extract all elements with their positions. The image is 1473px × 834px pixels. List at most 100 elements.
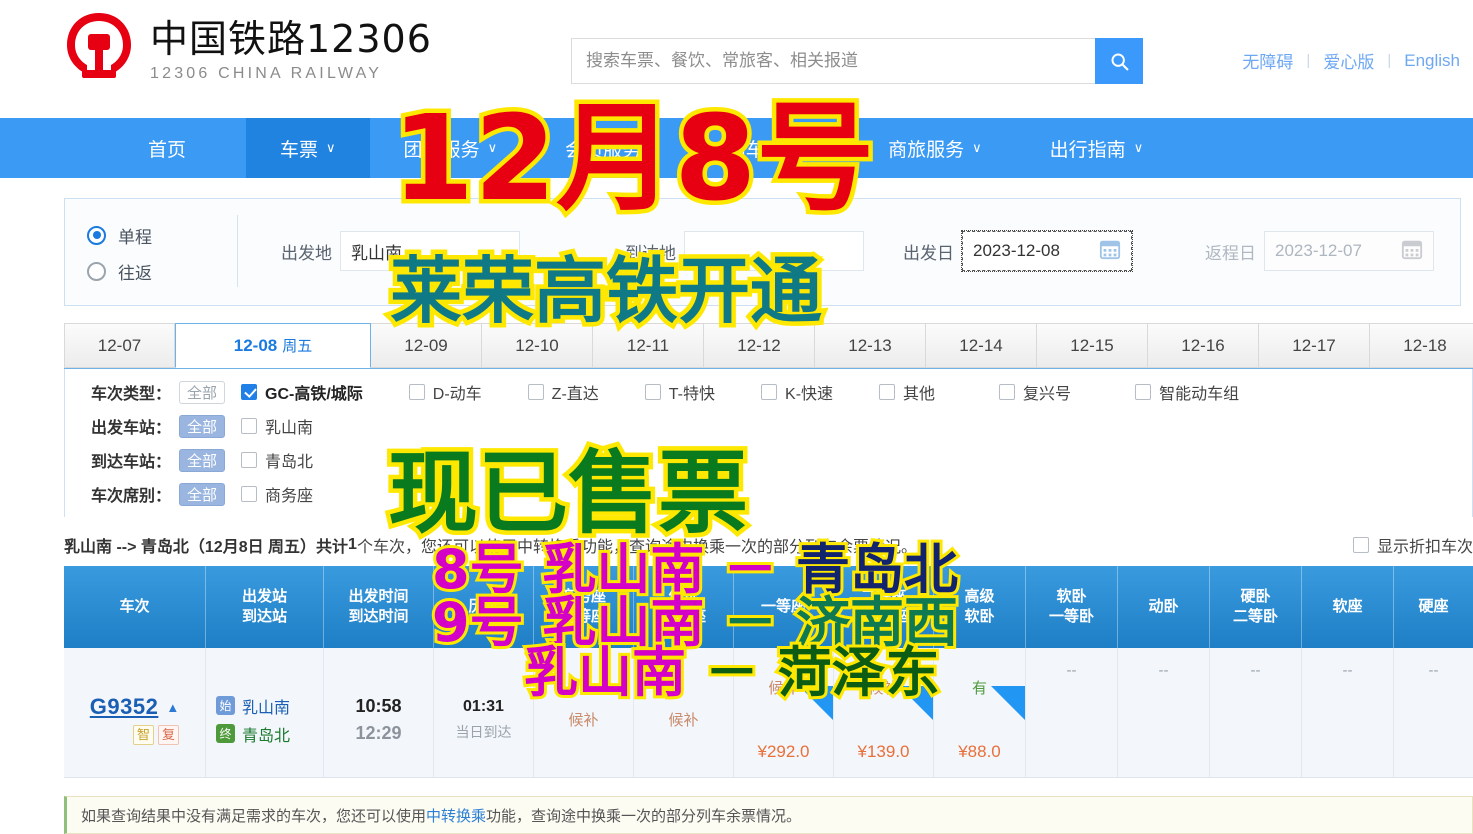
filter-all-train-type[interactable]: 全部 (179, 380, 225, 404)
nav-item-travel-guide[interactable]: 出行指南 ∨ (1016, 118, 1178, 178)
link-english[interactable]: English (1391, 51, 1473, 71)
checkbox-smart-emu-icon[interactable] (1135, 384, 1152, 400)
checkbox-depart-rushannan-label: 乳山南 (265, 420, 314, 437)
th-business-seat: 商务座 特等座 (534, 566, 634, 648)
checkbox-depart-rushannan-icon[interactable] (241, 418, 257, 434)
checkbox-k[interactable]: K-快速 (761, 380, 833, 404)
date-tab-7[interactable]: 12-14 (926, 323, 1037, 368)
th-label: 出发时间 (348, 588, 409, 605)
th-label: 商务座 (560, 588, 606, 605)
nav-item-business-travel[interactable]: 商旅服务 ∨ (854, 118, 1016, 178)
date-tabs: 12-07 12-08 周五 12-09 12-10 12-11 12-12 1… (64, 323, 1473, 369)
nav-item-tickets[interactable]: 车票 ∨ (246, 118, 370, 178)
date-tab-0[interactable]: 12-07 (64, 323, 175, 368)
cell-seat-4[interactable]: 有 ¥88.0 (934, 648, 1026, 777)
search-input[interactable] (571, 38, 1095, 84)
end-station-icon: 终 (216, 724, 235, 743)
search-button[interactable] (1095, 38, 1143, 84)
calendar-icon[interactable] (1391, 238, 1423, 265)
th-times[interactable]: 出发时间 到达时间 (324, 566, 434, 648)
checkbox-depart-rushannan[interactable]: 乳山南 (241, 414, 313, 438)
seat-price: ¥139.0 (857, 742, 910, 761)
depart-date-input[interactable]: 2023-12-08 (961, 230, 1133, 272)
checkbox-gc-icon[interactable] (241, 384, 257, 400)
nav-item-station-service[interactable]: 站车服务 ∨ (693, 118, 855, 178)
date-tab-11[interactable]: 12-18 (1370, 323, 1473, 368)
nav-item-home[interactable]: 首页 (0, 118, 246, 178)
cell-seat-0[interactable]: 候补 (534, 648, 634, 777)
filter-all-depart-station[interactable]: 全部 (179, 414, 225, 438)
radio-round-trip-icon[interactable] (87, 261, 106, 281)
date-tab-label: 12-08 (233, 335, 278, 355)
date-tab-3[interactable]: 12-10 (482, 323, 593, 368)
site-logo[interactable]: 中国铁路12306 12306 CHINA RAILWAY (62, 10, 432, 92)
checkbox-t-icon[interactable] (644, 384, 661, 400)
nav-item-group[interactable]: 团购服务 ∨ (370, 118, 532, 178)
search-icon (1111, 53, 1128, 70)
th-preferred-first: 优选 一等座 (634, 566, 734, 648)
radio-one-way[interactable]: 单程 (87, 217, 217, 253)
checkbox-arrive-qingdaobei-icon[interactable] (241, 452, 257, 468)
link-love-edition[interactable]: 爱心版 (1310, 48, 1387, 73)
return-date-input[interactable]: 2023-12-07 (1264, 231, 1434, 271)
date-tab-4[interactable]: 12-11 (593, 323, 704, 368)
cell-seat-2[interactable]: 候补 ¥292.0 (734, 648, 834, 777)
filter-all-seat-class[interactable]: 全部 (179, 482, 225, 506)
transfer-link[interactable]: 中转换乘 (426, 805, 486, 826)
date-tab-9[interactable]: 12-16 (1148, 323, 1259, 368)
from-field[interactable]: 出发地 乳山南 (281, 231, 520, 271)
from-input[interactable]: 乳山南 (340, 231, 520, 271)
cell-train-no[interactable]: G9352 ▲ 智 复 (64, 648, 206, 777)
railway-logo-icon (62, 10, 136, 92)
date-tab-6[interactable]: 12-13 (815, 323, 926, 368)
checkbox-smart-emu[interactable]: 智能动车组 (1135, 380, 1239, 404)
panel-divider (237, 215, 238, 287)
global-search[interactable] (571, 38, 1143, 84)
calendar-icon[interactable] (1089, 238, 1121, 265)
date-tab-5[interactable]: 12-12 (704, 323, 815, 368)
checkbox-k-icon[interactable] (761, 384, 778, 400)
checkbox-arrive-qingdaobei[interactable]: 青岛北 (241, 448, 313, 472)
th-train-no[interactable]: 车次 (64, 566, 206, 648)
checkbox-d-icon[interactable] (408, 384, 425, 400)
return-date-field[interactable]: 返程日 2023-12-07 (1205, 231, 1434, 271)
checkbox-z-icon[interactable] (527, 384, 544, 400)
radio-one-way-icon[interactable] (87, 225, 106, 245)
checkbox-gc[interactable]: GC-高铁/城际 (241, 380, 363, 404)
checkbox-business-seat[interactable]: 商务座 (241, 482, 313, 506)
checkbox-other[interactable]: 其他 (879, 380, 935, 404)
date-tab-8[interactable]: 12-15 (1037, 323, 1148, 368)
checkbox-fuxing[interactable]: 复兴号 (999, 380, 1071, 404)
th-stations[interactable]: 出发站 到达站 (206, 566, 324, 648)
checkbox-d[interactable]: D-动车 (408, 380, 482, 404)
duration-value: 01:31 (463, 697, 504, 715)
checkbox-t[interactable]: T-特快 (644, 380, 715, 404)
checkbox-fuxing-icon[interactable] (999, 384, 1016, 400)
checkbox-other-icon[interactable] (879, 384, 896, 400)
chevron-down-icon: ∨ (972, 140, 982, 155)
expand-triangle-icon[interactable]: ▲ (166, 700, 179, 715)
page-root: 中国铁路12306 12306 CHINA RAILWAY 无障碍 | 爱心版 … (0, 0, 1473, 834)
date-tab-10[interactable]: 12-17 (1259, 323, 1370, 368)
discount-filter[interactable]: 显示折扣车次 (1352, 533, 1473, 557)
radio-round-trip[interactable]: 往返 (87, 253, 217, 289)
filter-all-arrive-station[interactable]: 全部 (179, 448, 225, 472)
cell-seat-1[interactable]: 候补 (634, 648, 734, 777)
checkbox-discount-icon[interactable] (1352, 537, 1369, 553)
to-input[interactable] (684, 231, 864, 271)
date-tab-1[interactable]: 12-08 周五 (175, 323, 371, 368)
to-field[interactable]: 到达地 (625, 231, 864, 271)
th-duration[interactable]: 历时 (434, 566, 534, 648)
th-label-2: 一等座 (660, 608, 706, 625)
cell-seat-3[interactable]: 候补 ¥139.0 (834, 648, 934, 777)
train-number[interactable]: G9352 (90, 694, 159, 720)
date-tab-label: 12-14 (959, 335, 1003, 355)
depart-date-field[interactable]: 出发日 2023-12-08 (903, 230, 1133, 272)
table-row[interactable]: G9352 ▲ 智 复 始 乳山南 终 青岛北 10:58 12:29 01:3… (64, 648, 1473, 778)
th-soft-seat: 软座 (1302, 566, 1394, 648)
nav-item-member[interactable]: 会员服务 ∨ (531, 118, 693, 178)
date-tab-2[interactable]: 12-09 (371, 323, 482, 368)
link-accessibility[interactable]: 无障碍 (1229, 48, 1306, 73)
checkbox-business-seat-icon[interactable] (241, 486, 257, 502)
checkbox-z[interactable]: Z-直达 (527, 380, 599, 404)
